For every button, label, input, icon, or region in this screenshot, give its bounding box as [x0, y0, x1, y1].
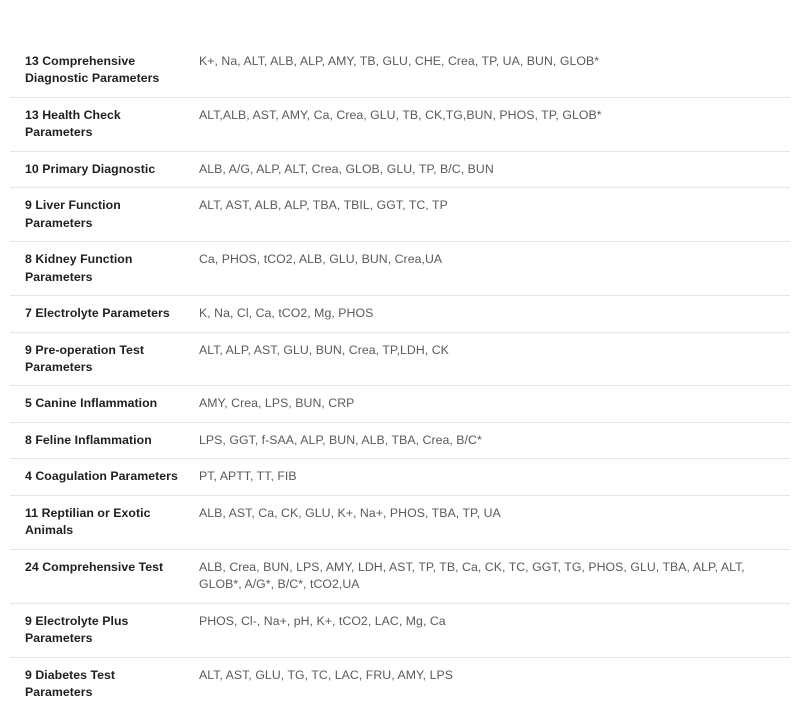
panel-name-cell: 8 Kidney Function Parameters — [25, 252, 133, 284]
table-row: 24 Comprehensive Test ALB, Crea, BUN, LPS… — [10, 549, 790, 604]
table-body: 13 Comprehensive Diagnostic Parameters K+… — [10, 44, 790, 710]
parameter-panel-table: 13 Comprehensive Diagnostic Parameters K+… — [10, 44, 790, 710]
panel-parameters-cell: LPS, GGT, f-SAA, ALP, BUN, ALB, TBA, Cre… — [199, 432, 482, 447]
panel-name-cell: 13 Comprehensive Diagnostic Parameters — [25, 54, 160, 86]
panel-parameters-cell: K, Na, Cl, Ca, tCO2, Mg, PHOS — [199, 306, 374, 321]
panel-name-cell: 8 Feline Inflammation — [25, 432, 152, 447]
panel-name-cell: 5 Canine Inflammation — [25, 396, 158, 411]
panel-parameters-cell: ALB, AST, Ca, CK, GLU, K+, Na+, PHOS, TB… — [199, 505, 501, 520]
table-row: 7 Electrolyte Parameters K, Na, Cl, Ca, t… — [10, 296, 790, 333]
panel-parameters-cell: ALT, AST, ALB, ALP, TBA, TBIL, GGT, TC, … — [199, 198, 448, 213]
panel-parameters-cell: PT, APTT, TT, FIB — [199, 469, 297, 484]
panel-parameters-cell: ALB, A/G, ALP, ALT, Crea, GLOB, GLU, TP,… — [199, 161, 494, 176]
table-row: 5 Canine Inflammation AMY, Crea, LPS, BUN… — [10, 386, 790, 423]
panel-name-cell: 9 Electrolyte Plus Parameters — [25, 613, 129, 646]
table-row: 13 Health Check Parameters ALT,ALB, AST, … — [10, 97, 790, 152]
table-row: 11 Reptilian or Exotic Animals ALB, AST, … — [10, 495, 790, 550]
panel-parameters-cell: ALB, Crea, BUN, LPS, AMY, LDH, AST, TP, … — [199, 559, 745, 592]
panel-parameters-cell: ALT, ALP, AST, GLU, BUN, Crea, TP,LDH, C… — [199, 342, 449, 357]
panel-parameters-cell: ALT, AST, GLU, TG, TC, LAC, FRU, AMY, LP… — [199, 667, 453, 682]
panel-name-cell: 9 Pre-operation Test Parameters — [25, 342, 144, 374]
table-row: 9 Liver Function Parameters ALT, AST, ALB… — [10, 188, 790, 242]
panel-name-cell: 9 Liver Function Parameters — [25, 198, 121, 230]
panel-name-cell: 13 Health Check Parameters — [25, 107, 121, 140]
table-row: 10 Primary Diagnostic ALB, A/G, ALP, ALT,… — [10, 151, 790, 188]
table-row: 9 Pre-operation Test Parameters ALT, ALP,… — [10, 332, 790, 386]
table-row: 9 Diabetes Test Parameters ALT, AST, GLU,… — [10, 657, 790, 710]
panel-name-cell: 4 Coagulation Parameters — [25, 469, 178, 484]
panel-parameters-cell: Ca, PHOS, tCO2, ALB, GLU, BUN, Crea,UA — [199, 252, 443, 267]
table-row: 4 Coagulation Parameters PT, APTT, TT, FI… — [10, 459, 790, 496]
panel-parameters-cell: PHOS, Cl-, Na+, pH, K+, tCO2, LAC, Mg, C… — [199, 613, 446, 628]
panel-name-cell: 10 Primary Diagnostic — [25, 161, 156, 176]
table-row: 13 Comprehensive Diagnostic Parameters K+… — [10, 44, 790, 98]
panel-parameters-cell: ALT,ALB, AST, AMY, Ca, Crea, GLU, TB, CK… — [199, 107, 602, 122]
table-row: 8 Feline Inflammation LPS, GGT, f-SAA, AL… — [10, 422, 790, 459]
panel-name-cell: 7 Electrolyte Parameters — [25, 306, 170, 321]
panel-parameters-cell: K+, Na, ALT, ALB, ALP, AMY, TB, GLU, CHE… — [199, 54, 600, 68]
panel-name-cell: 11 Reptilian or Exotic Animals — [25, 505, 151, 538]
table-row: 9 Electrolyte Plus Parameters PHOS, Cl-, … — [10, 603, 790, 658]
panel-name-cell: 24 Comprehensive Test — [25, 559, 164, 574]
panel-name-cell: 9 Diabetes Test Parameters — [25, 667, 116, 699]
document-sheet: 13 Comprehensive Diagnostic Parameters K+… — [0, 0, 800, 699]
table-row: 8 Kidney Function Parameters Ca, PHOS, tC… — [10, 242, 790, 296]
panel-parameters-cell: AMY, Crea, LPS, BUN, CRP — [199, 396, 355, 411]
